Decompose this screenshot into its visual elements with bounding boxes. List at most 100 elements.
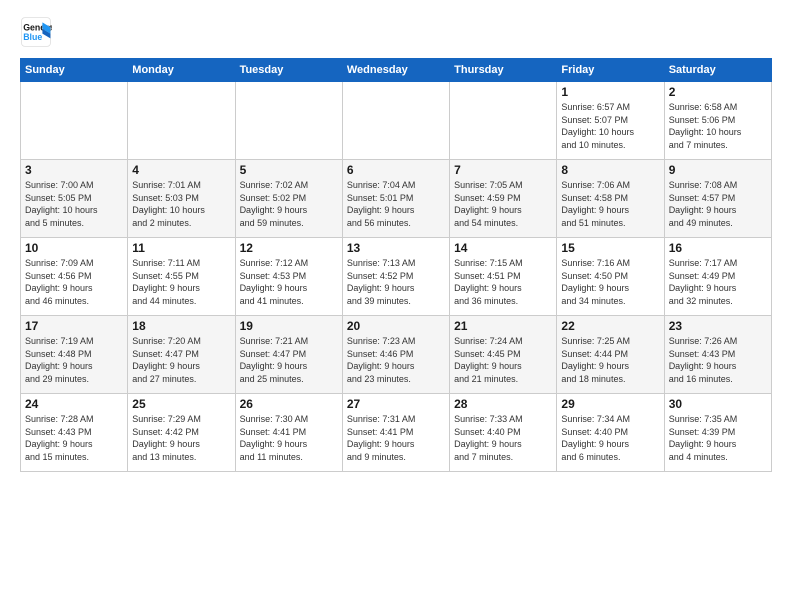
logo: General Blue [20,16,56,48]
day-number: 4 [132,163,230,177]
calendar-cell: 26 Sunrise: 7:30 AM Sunset: 4:41 PM Dayli… [235,394,342,472]
header: General Blue [20,16,772,48]
day-number: 6 [347,163,445,177]
day-info: Sunrise: 7:20 AM Sunset: 4:47 PM Dayligh… [132,335,230,385]
day-info: Sunrise: 7:28 AM Sunset: 4:43 PM Dayligh… [25,413,123,463]
calendar-cell: 16 Sunrise: 7:17 AM Sunset: 4:49 PM Dayli… [664,238,771,316]
day-number: 18 [132,319,230,333]
day-number: 7 [454,163,552,177]
calendar-cell: 28 Sunrise: 7:33 AM Sunset: 4:40 PM Dayli… [450,394,557,472]
calendar-cell: 3 Sunrise: 7:00 AM Sunset: 5:05 PM Daylig… [21,160,128,238]
day-info: Sunrise: 7:02 AM Sunset: 5:02 PM Dayligh… [240,179,338,229]
day-info: Sunrise: 7:12 AM Sunset: 4:53 PM Dayligh… [240,257,338,307]
weekday-header: Wednesday [342,59,449,82]
calendar-cell: 21 Sunrise: 7:24 AM Sunset: 4:45 PM Dayli… [450,316,557,394]
weekday-header: Saturday [664,59,771,82]
calendar-cell [21,82,128,160]
day-number: 10 [25,241,123,255]
day-number: 20 [347,319,445,333]
calendar-cell: 24 Sunrise: 7:28 AM Sunset: 4:43 PM Dayli… [21,394,128,472]
weekday-header: Thursday [450,59,557,82]
day-number: 11 [132,241,230,255]
calendar-cell: 5 Sunrise: 7:02 AM Sunset: 5:02 PM Daylig… [235,160,342,238]
day-info: Sunrise: 7:06 AM Sunset: 4:58 PM Dayligh… [561,179,659,229]
day-info: Sunrise: 7:33 AM Sunset: 4:40 PM Dayligh… [454,413,552,463]
day-info: Sunrise: 7:26 AM Sunset: 4:43 PM Dayligh… [669,335,767,385]
calendar-cell: 22Sunrise: 7:25 AM Sunset: 4:44 PM Dayli… [557,316,664,394]
day-number: 29 [561,397,659,411]
calendar-cell: 30 Sunrise: 7:35 AM Sunset: 4:39 PM Dayli… [664,394,771,472]
day-info: Sunrise: 6:58 AM Sunset: 5:06 PM Dayligh… [669,101,767,151]
day-number: 14 [454,241,552,255]
calendar-week-row: 1Sunrise: 6:57 AM Sunset: 5:07 PM Daylig… [21,82,772,160]
day-info: Sunrise: 7:34 AM Sunset: 4:40 PM Dayligh… [561,413,659,463]
calendar-week-row: 10Sunrise: 7:09 AM Sunset: 4:56 PM Dayli… [21,238,772,316]
calendar-cell: 29 Sunrise: 7:34 AM Sunset: 4:40 PM Dayli… [557,394,664,472]
day-info: Sunrise: 7:05 AM Sunset: 4:59 PM Dayligh… [454,179,552,229]
calendar-cell [450,82,557,160]
day-number: 13 [347,241,445,255]
calendar-header-row: SundayMondayTuesdayWednesdayThursdayFrid… [21,59,772,82]
calendar-cell: 4Sunrise: 7:01 AM Sunset: 5:03 PM Daylig… [128,160,235,238]
day-number: 22 [561,319,659,333]
day-number: 27 [347,397,445,411]
day-number: 25 [132,397,230,411]
day-number: 9 [669,163,767,177]
calendar-cell: 27 Sunrise: 7:31 AM Sunset: 4:41 PM Dayli… [342,394,449,472]
day-number: 30 [669,397,767,411]
calendar-cell: 10Sunrise: 7:09 AM Sunset: 4:56 PM Dayli… [21,238,128,316]
calendar-cell: 23 Sunrise: 7:26 AM Sunset: 4:43 PM Dayli… [664,316,771,394]
svg-text:Blue: Blue [23,32,42,42]
day-info: Sunrise: 7:00 AM Sunset: 5:05 PM Dayligh… [25,179,123,229]
calendar-table: SundayMondayTuesdayWednesdayThursdayFrid… [20,58,772,472]
calendar-cell: 12 Sunrise: 7:12 AM Sunset: 4:53 PM Dayli… [235,238,342,316]
calendar-cell: 6Sunrise: 7:04 AM Sunset: 5:01 PM Daylig… [342,160,449,238]
calendar-cell: 25 Sunrise: 7:29 AM Sunset: 4:42 PM Dayli… [128,394,235,472]
calendar-cell: 11 Sunrise: 7:11 AM Sunset: 4:55 PM Dayli… [128,238,235,316]
day-number: 15 [561,241,659,255]
day-number: 21 [454,319,552,333]
calendar-cell: 18 Sunrise: 7:20 AM Sunset: 4:47 PM Dayli… [128,316,235,394]
page: General Blue SundayMondayTuesdayWednesda… [0,0,792,612]
day-info: Sunrise: 7:13 AM Sunset: 4:52 PM Dayligh… [347,257,445,307]
day-number: 12 [240,241,338,255]
calendar-cell: 8 Sunrise: 7:06 AM Sunset: 4:58 PM Daylig… [557,160,664,238]
day-info: Sunrise: 7:11 AM Sunset: 4:55 PM Dayligh… [132,257,230,307]
day-number: 3 [25,163,123,177]
day-info: Sunrise: 7:21 AM Sunset: 4:47 PM Dayligh… [240,335,338,385]
day-info: Sunrise: 7:35 AM Sunset: 4:39 PM Dayligh… [669,413,767,463]
day-number: 2 [669,85,767,99]
day-number: 1 [561,85,659,99]
calendar-cell: 9Sunrise: 7:08 AM Sunset: 4:57 PM Daylig… [664,160,771,238]
day-number: 8 [561,163,659,177]
day-number: 26 [240,397,338,411]
calendar-cell: 7 Sunrise: 7:05 AM Sunset: 4:59 PM Daylig… [450,160,557,238]
calendar-cell: 13 Sunrise: 7:13 AM Sunset: 4:52 PM Dayli… [342,238,449,316]
day-info: Sunrise: 7:17 AM Sunset: 4:49 PM Dayligh… [669,257,767,307]
day-number: 16 [669,241,767,255]
calendar-cell [235,82,342,160]
calendar-cell: 17 Sunrise: 7:19 AM Sunset: 4:48 PM Dayli… [21,316,128,394]
calendar-cell: 15 Sunrise: 7:16 AM Sunset: 4:50 PM Dayli… [557,238,664,316]
weekday-header: Monday [128,59,235,82]
calendar-cell: 1Sunrise: 6:57 AM Sunset: 5:07 PM Daylig… [557,82,664,160]
weekday-header: Sunday [21,59,128,82]
calendar-week-row: 3 Sunrise: 7:00 AM Sunset: 5:05 PM Daylig… [21,160,772,238]
day-number: 28 [454,397,552,411]
day-info: Sunrise: 7:29 AM Sunset: 4:42 PM Dayligh… [132,413,230,463]
day-number: 5 [240,163,338,177]
day-number: 23 [669,319,767,333]
day-number: 19 [240,319,338,333]
day-info: Sunrise: 7:19 AM Sunset: 4:48 PM Dayligh… [25,335,123,385]
day-number: 17 [25,319,123,333]
weekday-header: Friday [557,59,664,82]
calendar-cell: 20Sunrise: 7:23 AM Sunset: 4:46 PM Dayli… [342,316,449,394]
day-info: Sunrise: 7:31 AM Sunset: 4:41 PM Dayligh… [347,413,445,463]
calendar-week-row: 17 Sunrise: 7:19 AM Sunset: 4:48 PM Dayli… [21,316,772,394]
calendar-week-row: 24 Sunrise: 7:28 AM Sunset: 4:43 PM Dayli… [21,394,772,472]
day-info: Sunrise: 7:16 AM Sunset: 4:50 PM Dayligh… [561,257,659,307]
day-info: Sunrise: 7:24 AM Sunset: 4:45 PM Dayligh… [454,335,552,385]
weekday-header: Tuesday [235,59,342,82]
day-info: Sunrise: 7:30 AM Sunset: 4:41 PM Dayligh… [240,413,338,463]
day-number: 24 [25,397,123,411]
